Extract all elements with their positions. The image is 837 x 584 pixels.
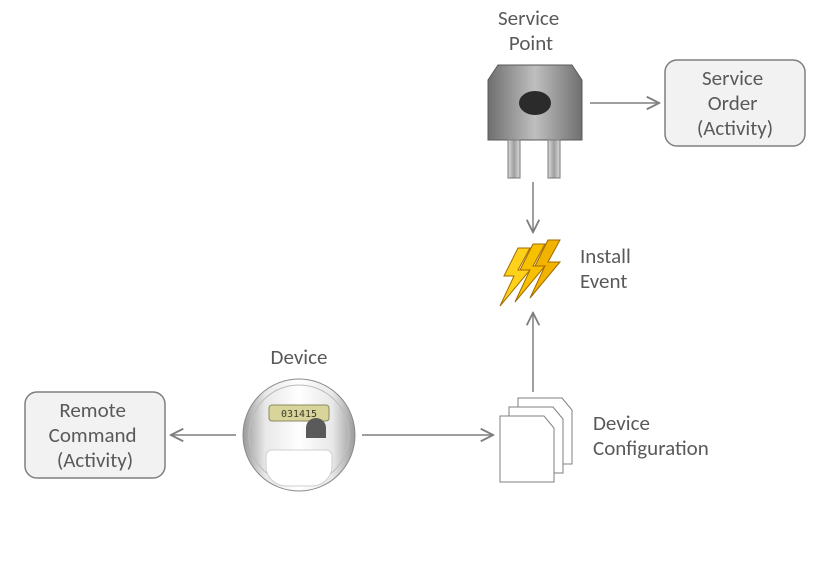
device-meter-icon: 031415 xyxy=(243,379,355,491)
install-event-label: Install Event xyxy=(580,243,636,294)
install-event-icon xyxy=(500,240,560,306)
svg-text:Service Order (Act: Service Order (Activity) xyxy=(697,65,773,141)
remote-command-node: Remote Command (Activity) xyxy=(25,392,165,478)
device-config-icon xyxy=(500,398,572,482)
diagram: Service Point Service Order (Activity) I… xyxy=(0,0,837,584)
service-point-label: Service Point xyxy=(498,5,564,56)
service-point-icon xyxy=(488,65,582,178)
svg-text:Remote Command (Ac: Remote Command (Activity) xyxy=(49,397,142,473)
meter-reading: 031415 xyxy=(281,409,317,420)
device-label: Device xyxy=(271,344,328,370)
device-config-label: Device Configuration xyxy=(593,410,709,461)
service-order-node: Service Order (Activity) xyxy=(665,60,805,146)
